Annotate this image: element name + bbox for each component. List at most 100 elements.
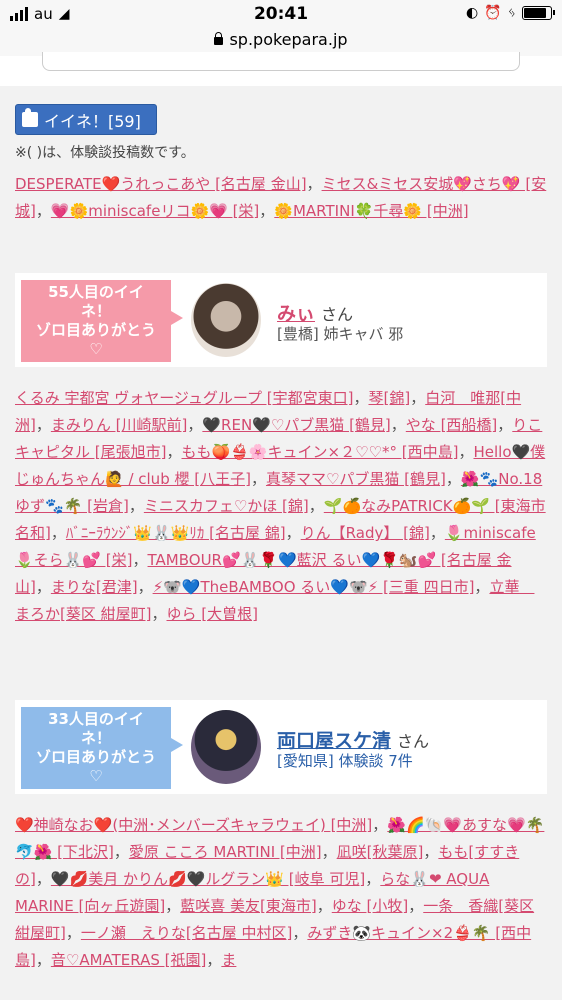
separator: ， bbox=[410, 389, 426, 407]
liker-link[interactable]: 🖤💋美月 かりん💋🖤ルグラン👑 [岐阜 可児] bbox=[51, 870, 365, 888]
separator: ， bbox=[292, 924, 308, 942]
separator: ， bbox=[423, 843, 439, 861]
liker-link[interactable]: 💗🌼miniscafeリコ🌼💗 [栄] bbox=[51, 202, 259, 220]
liker-link[interactable]: やな [西船橋] bbox=[406, 416, 497, 434]
separator: ， bbox=[50, 524, 66, 542]
battery-icon bbox=[522, 6, 555, 20]
milestone-badge-2: 33人目のイイ ネ！ ゾロ目ありがとう ♡ bbox=[21, 707, 171, 789]
user-name-link[interactable]: 両口屋スケ清 bbox=[277, 730, 391, 752]
badge-line: 55人目のイイ bbox=[48, 283, 144, 301]
separator: ， bbox=[390, 416, 406, 434]
badge-arrow bbox=[171, 311, 183, 325]
separator: ， bbox=[128, 497, 144, 515]
top-panel bbox=[0, 52, 562, 86]
avatar[interactable] bbox=[191, 283, 261, 357]
liker-link[interactable]: 音♡AMATERAS [祇園] bbox=[51, 951, 206, 969]
badge-line: ゾロ目ありがとう bbox=[35, 321, 156, 339]
separator: ， bbox=[35, 870, 51, 888]
like-button[interactable]: イイネ！[59] bbox=[15, 104, 157, 135]
heart-icon: ♡ bbox=[89, 767, 103, 785]
separator: ， bbox=[165, 897, 181, 915]
milestone-badge-1: 55人目のイイ ネ！ ゾロ目ありがとう ♡ bbox=[21, 280, 171, 362]
separator: ， bbox=[308, 497, 324, 515]
lock-icon bbox=[214, 32, 224, 45]
user-name-row: 両口屋スケ清 さん bbox=[277, 726, 429, 753]
separator: ， bbox=[35, 416, 51, 434]
separator: ， bbox=[35, 951, 51, 969]
like-button-label: イイネ！[59] bbox=[44, 111, 141, 131]
thumbs-up-icon bbox=[22, 108, 38, 127]
separator: ， bbox=[445, 470, 461, 488]
separator: ， bbox=[285, 524, 301, 542]
separator: ， bbox=[250, 470, 266, 488]
avatar[interactable] bbox=[191, 710, 261, 784]
status-bar: au ◢ 20:41 ◐ ⏰ ᛃ bbox=[0, 0, 562, 30]
liker-card-1[interactable]: 55人目のイイ ネ！ ゾロ目ありがとう ♡ みぃ さん [豊橋] 姉キャバ 邪 bbox=[15, 273, 547, 367]
liker-list-1: くるみ 宇都宮 ヴォヤージュグループ [宇都宮東口]，琴[錦]，白河 唯那[中洲… bbox=[15, 385, 547, 628]
note-text: ※( )は、体験談投稿数です。 bbox=[15, 145, 195, 161]
liker-link[interactable]: ミニスカフェ♡かほ [錦] bbox=[144, 497, 309, 515]
liker-list-top: DESPERATE❤️うれっこあや [名古屋 金山]，ミセス&ミセス安城💖さち💖… bbox=[15, 171, 547, 225]
liker-link[interactable]: DESPERATE❤️うれっこあや [名古屋 金山] bbox=[15, 175, 307, 193]
separator: ， bbox=[365, 870, 381, 888]
liker-link[interactable]: 愛原 こころ MARTINI [中洲] bbox=[129, 843, 322, 861]
separator: ， bbox=[353, 389, 369, 407]
separator: ， bbox=[132, 551, 148, 569]
separator: ， bbox=[35, 578, 51, 596]
separator: ， bbox=[408, 897, 424, 915]
liker-link[interactable]: 琴[錦] bbox=[368, 389, 410, 407]
liker-link[interactable]: りん【Rady】 [錦] bbox=[301, 524, 430, 542]
heart-icon: ♡ bbox=[89, 340, 103, 358]
liker-link[interactable]: 凪咲[秋葉原] bbox=[337, 843, 424, 861]
separator: ， bbox=[372, 816, 388, 834]
separator: ， bbox=[497, 416, 513, 434]
rotation-lock-icon: ◐ bbox=[465, 5, 479, 21]
liker-link[interactable]: ﾊﾞﾆｰﾗｳﾝｼﾞ👑🐰👑ﾘｶ [名古屋 錦] bbox=[66, 524, 286, 542]
liker-link[interactable]: 一ノ瀬 えりな[名古屋 中村区] bbox=[81, 924, 292, 942]
url-text: sp.pokepara.jp bbox=[229, 30, 348, 49]
separator: ， bbox=[137, 578, 153, 596]
separator: ， bbox=[316, 897, 332, 915]
user-name-row: みぃ さん bbox=[277, 299, 353, 326]
separator: ， bbox=[187, 416, 203, 434]
liker-card-2[interactable]: 33人目のイイ ネ！ ゾロ目ありがとう ♡ 両口屋スケ清 さん [愛知県] 体験談… bbox=[15, 700, 547, 794]
separator: ， bbox=[113, 843, 129, 861]
separator: ， bbox=[166, 443, 182, 461]
honorific: さん bbox=[321, 305, 354, 324]
liker-link[interactable]: ゆら [大曽根] bbox=[167, 605, 258, 623]
honorific: さん bbox=[397, 732, 430, 751]
liker-link[interactable]: ま bbox=[221, 951, 236, 969]
separator: ， bbox=[259, 202, 275, 220]
separator: ， bbox=[35, 202, 51, 220]
liker-link[interactable]: ❤️神崎なお❤️(中洲･メンバーズキャラウェイ) [中洲] bbox=[15, 816, 372, 834]
liker-link[interactable]: ⚡🐨💙TheBAMBOO るい💙🐨⚡ [三重 四日市] bbox=[153, 578, 475, 596]
alarm-icon: ⏰ bbox=[484, 5, 502, 21]
liker-link[interactable]: くるみ 宇都宮 ヴォヤージュグループ [宇都宮東口] bbox=[15, 389, 353, 407]
separator: ， bbox=[151, 605, 167, 623]
user-meta: [愛知県] 体験談 7件 bbox=[277, 752, 413, 770]
badge-line: 33人目のイイ bbox=[48, 710, 144, 728]
separator: ， bbox=[306, 175, 322, 193]
separator: ， bbox=[206, 951, 222, 969]
liker-link[interactable]: 🖤REN🖤♡パブ黒猫 [鶴見] bbox=[202, 416, 390, 434]
separator: ， bbox=[429, 524, 445, 542]
separator: ， bbox=[458, 443, 474, 461]
separator: ， bbox=[65, 924, 81, 942]
liker-link[interactable]: もも🍑👙🌸キュイン×２♡♡*° [西中島] bbox=[182, 443, 459, 461]
liker-link[interactable]: まりな[君津] bbox=[51, 578, 138, 596]
separator: ， bbox=[474, 578, 490, 596]
badge-line: ネ！ bbox=[80, 302, 111, 320]
status-right: ◐ ⏰ ᛃ bbox=[465, 5, 555, 21]
liker-link[interactable]: まみりん [川崎駅前] bbox=[51, 416, 187, 434]
search-field-bottom[interactable] bbox=[42, 52, 520, 71]
badge-line: ゾロ目ありがとう bbox=[35, 748, 156, 766]
liker-link[interactable]: 藍咲喜 美友[東海市] bbox=[180, 897, 316, 915]
user-meta: [豊橋] 姉キャバ 邪 bbox=[277, 325, 404, 343]
bluetooth-icon: ᛃ bbox=[507, 5, 516, 21]
liker-link[interactable]: ゆな [小牧] bbox=[332, 897, 408, 915]
badge-line: ネ！ bbox=[80, 729, 111, 747]
liker-list-2: ❤️神崎なお❤️(中洲･メンバーズキャラウェイ) [中洲]，🌺🌈🐚💗あすな💗🌴🐬… bbox=[15, 812, 547, 974]
liker-link[interactable]: 🌼MARTINI🍀千尋🌼 [中洲] bbox=[274, 202, 468, 220]
liker-link[interactable]: 真琴ママ♡パブ黒猫 [鶴見] bbox=[266, 470, 446, 488]
user-name-link[interactable]: みぃ bbox=[277, 303, 315, 325]
